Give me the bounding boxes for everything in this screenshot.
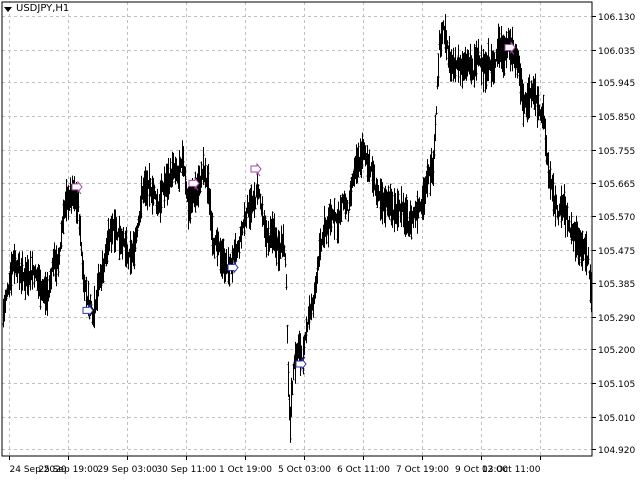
price-bar <box>287 361 290 397</box>
price-label: 105.665 <box>598 180 635 190</box>
time-label: 6 Oct 11:00 <box>337 465 390 475</box>
symbol-bar: USDJPY,H1 <box>4 3 72 14</box>
price-label: 105.755 <box>598 147 635 157</box>
price-axis[interactable]: 106.130 106.035 105.945 105.850 105.755 105.6… <box>592 13 635 456</box>
price-bar <box>286 324 289 344</box>
time-label: 7 Oct 19:00 <box>396 465 449 475</box>
time-label: 5 Oct 03:00 <box>278 465 331 475</box>
price-label: 104.920 <box>598 446 635 456</box>
time-label: 12 Oct 11:00 <box>482 465 541 475</box>
price-bar <box>435 106 438 115</box>
time-axis[interactable]: 24 Sep 202025 Sep 19:0029 Sep 03:0030 Se… <box>9 456 541 475</box>
price-label: 106.130 <box>598 13 635 23</box>
price-label: 106.035 <box>598 47 635 57</box>
time-label: 25 Sep 19:00 <box>38 465 98 475</box>
price-label: 105.850 <box>598 113 635 123</box>
chart-window[interactable]: 106.130 106.035 105.945 105.850 105.755 105.6… <box>0 0 640 480</box>
symbol-title: USDJPY,H1 <box>16 3 70 14</box>
time-label: 1 Oct 19:00 <box>219 465 272 475</box>
time-label: 30 Sep 11:00 <box>156 465 216 475</box>
time-label: 29 Sep 03:00 <box>97 465 157 475</box>
price-label: 105.945 <box>598 79 635 89</box>
trade-arrows <box>71 41 516 371</box>
price-label: 105.475 <box>598 247 635 257</box>
price-bars <box>2 14 593 443</box>
price-label: 105.570 <box>598 213 635 223</box>
price-label: 105.010 <box>598 414 635 424</box>
price-label: 105.200 <box>598 346 635 356</box>
price-label: 105.105 <box>598 380 635 390</box>
price-label: 105.385 <box>598 280 635 290</box>
price-label: 105.290 <box>598 314 635 324</box>
sell-arrow-icon[interactable] <box>250 162 262 177</box>
price-bar <box>347 209 350 222</box>
price-chart[interactable]: 106.130 106.035 105.945 105.850 105.755 105.6… <box>0 0 640 480</box>
chevron-down-icon[interactable] <box>4 6 12 12</box>
price-bar <box>285 274 288 290</box>
